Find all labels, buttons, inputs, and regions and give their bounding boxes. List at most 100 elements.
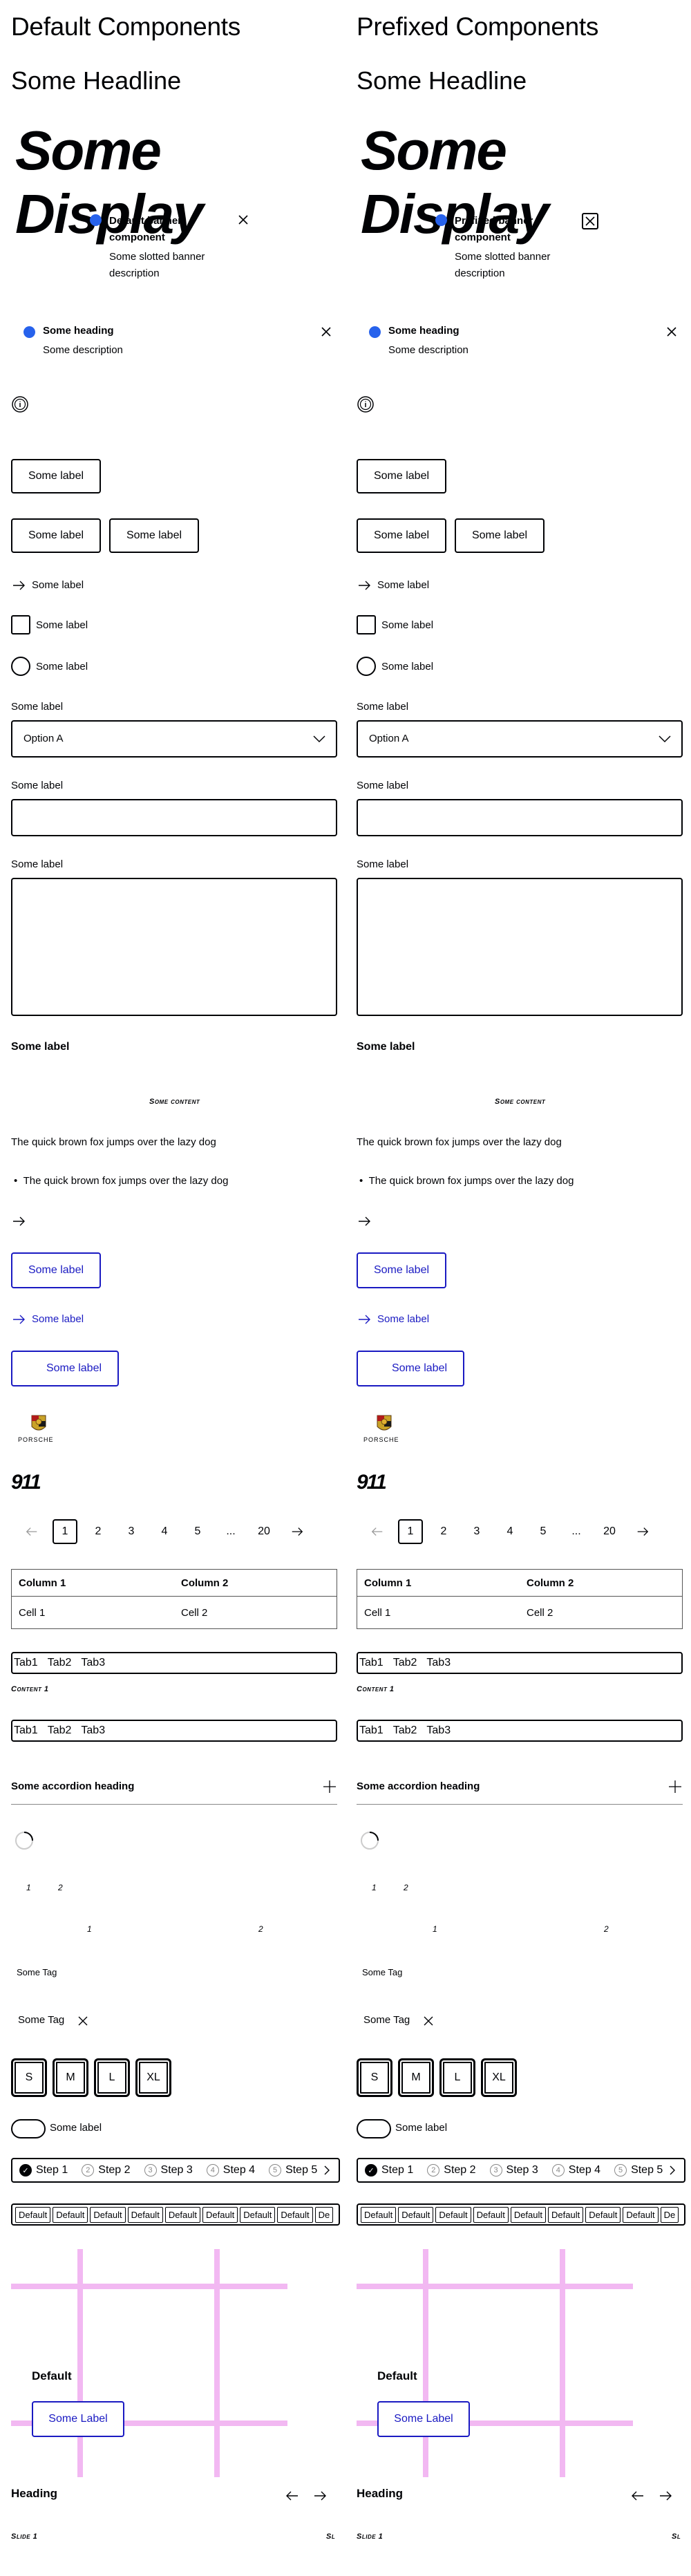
- step-5[interactable]: 5 Step 5: [614, 2164, 663, 2177]
- close-icon[interactable]: [236, 213, 250, 227]
- arrow-left-icon[interactable]: [630, 2488, 645, 2503]
- flyout-button[interactable]: Some Label: [377, 2401, 470, 2437]
- segment[interactable]: De: [660, 2206, 679, 2223]
- tab-2[interactable]: Tab2: [48, 1657, 72, 1669]
- button-group-item[interactable]: Some label: [455, 518, 545, 553]
- size-option-xl[interactable]: XL: [481, 2058, 517, 2097]
- text-field-input[interactable]: [11, 799, 337, 836]
- page-3[interactable]: 3: [119, 1519, 144, 1544]
- tab-1[interactable]: Tab1: [14, 1657, 38, 1669]
- textarea[interactable]: [357, 878, 683, 1016]
- tab-3[interactable]: Tab3: [81, 1724, 105, 1737]
- some-label-button[interactable]: Some label: [11, 459, 101, 493]
- step-2[interactable]: 2 Step 2: [427, 2164, 476, 2177]
- segment[interactable]: Default: [164, 2206, 201, 2223]
- tag-dismissible[interactable]: Some Tag: [363, 2014, 410, 2026]
- page-4[interactable]: 4: [152, 1519, 177, 1544]
- step-1[interactable]: ✓ Step 1: [365, 2164, 413, 2177]
- tab-1[interactable]: Tab1: [359, 1724, 384, 1737]
- segment[interactable]: Default: [277, 2206, 313, 2223]
- close-icon[interactable]: [319, 325, 333, 339]
- segment[interactable]: Default: [53, 2206, 88, 2223]
- close-icon[interactable]: [665, 325, 679, 339]
- link-pure-blue[interactable]: Some label: [377, 1313, 429, 1325]
- size-option-l[interactable]: L: [94, 2058, 130, 2097]
- tab-3[interactable]: Tab3: [81, 1657, 105, 1669]
- link-social[interactable]: Some label: [357, 1351, 464, 1386]
- link-button[interactable]: Some label: [11, 1252, 101, 1288]
- segment[interactable]: Default: [623, 2206, 659, 2223]
- size-option-xl[interactable]: XL: [135, 2058, 171, 2097]
- arrow-left-icon[interactable]: [19, 1519, 44, 1544]
- switch-toggle[interactable]: [11, 2119, 46, 2138]
- close-icon[interactable]: [76, 2014, 90, 2028]
- page-20[interactable]: 20: [252, 1519, 276, 1544]
- segment[interactable]: Default: [398, 2206, 434, 2223]
- button-group-item[interactable]: Some label: [357, 518, 446, 553]
- arrow-right-icon[interactable]: [312, 2488, 328, 2503]
- chevron-right-icon[interactable]: [322, 2165, 332, 2175]
- radio-button[interactable]: [11, 657, 30, 676]
- arrow-right-icon[interactable]: [357, 1214, 372, 1229]
- page-4[interactable]: 4: [498, 1519, 522, 1544]
- step-3[interactable]: 3 Step 3: [144, 2164, 193, 2177]
- step-2[interactable]: 2 Step 2: [82, 2164, 131, 2177]
- link-pure-blue[interactable]: Some label: [32, 1313, 84, 1325]
- text-field-input[interactable]: [357, 799, 683, 836]
- page-5[interactable]: 5: [531, 1519, 556, 1544]
- segment[interactable]: Default: [240, 2206, 276, 2223]
- select-dropdown[interactable]: Option A: [11, 720, 337, 758]
- arrow-left-icon[interactable]: [365, 1519, 390, 1544]
- tab-2[interactable]: Tab2: [48, 1724, 72, 1737]
- accordion[interactable]: Some accordion heading: [357, 1774, 683, 1805]
- page-20[interactable]: 20: [597, 1519, 622, 1544]
- page-1[interactable]: 1: [398, 1519, 423, 1544]
- step-5[interactable]: 5 Step 5: [269, 2164, 317, 2177]
- segment[interactable]: Default: [127, 2206, 163, 2223]
- step-4[interactable]: 4 Step 4: [551, 2164, 600, 2177]
- segment[interactable]: De: [314, 2206, 334, 2223]
- chevron-right-icon[interactable]: [668, 2165, 677, 2175]
- arrow-left-icon[interactable]: [285, 2488, 300, 2503]
- tab-3[interactable]: Tab3: [426, 1724, 451, 1737]
- link-social[interactable]: Some label: [11, 1351, 119, 1386]
- page-5[interactable]: 5: [185, 1519, 210, 1544]
- arrow-right-icon[interactable]: [630, 1519, 655, 1544]
- size-option-s[interactable]: S: [11, 2058, 47, 2097]
- segment[interactable]: Default: [435, 2206, 471, 2223]
- arrow-right-icon[interactable]: [658, 2488, 673, 2503]
- segment[interactable]: Default: [90, 2206, 126, 2223]
- page-1[interactable]: 1: [53, 1519, 77, 1544]
- checkbox[interactable]: [11, 615, 30, 634]
- size-option-m[interactable]: M: [53, 2058, 88, 2097]
- button-group-item[interactable]: Some label: [11, 518, 101, 553]
- segment[interactable]: Default: [548, 2206, 584, 2223]
- segment[interactable]: Default: [510, 2206, 547, 2223]
- segment[interactable]: Default: [473, 2206, 509, 2223]
- textarea[interactable]: [11, 878, 337, 1016]
- tab-3[interactable]: Tab3: [426, 1657, 451, 1669]
- size-option-s[interactable]: S: [357, 2058, 392, 2097]
- button-group-item[interactable]: Some label: [109, 518, 199, 553]
- link-pure[interactable]: Some label: [377, 579, 429, 591]
- step-1[interactable]: ✓ Step 1: [19, 2164, 68, 2177]
- tag-dismissible[interactable]: Some Tag: [18, 2014, 64, 2026]
- segment[interactable]: Default: [361, 2206, 397, 2223]
- segment[interactable]: Default: [15, 2206, 51, 2223]
- step-4[interactable]: 4 Step 4: [206, 2164, 255, 2177]
- segment[interactable]: Default: [585, 2206, 621, 2223]
- accordion[interactable]: Some accordion heading: [11, 1774, 337, 1805]
- some-label-button[interactable]: Some label: [357, 459, 446, 493]
- close-icon[interactable]: [582, 213, 598, 229]
- select-dropdown[interactable]: Option A: [357, 720, 683, 758]
- tab-1[interactable]: Tab1: [359, 1657, 384, 1669]
- switch-toggle[interactable]: [357, 2119, 391, 2138]
- tab-2[interactable]: Tab2: [393, 1724, 417, 1737]
- step-3[interactable]: 3 Step 3: [489, 2164, 538, 2177]
- page-2[interactable]: 2: [431, 1519, 456, 1544]
- link-pure[interactable]: Some label: [32, 579, 84, 591]
- page-2[interactable]: 2: [86, 1519, 111, 1544]
- close-icon[interactable]: [422, 2014, 435, 2028]
- flyout-button[interactable]: Some Label: [32, 2401, 124, 2437]
- tab-1[interactable]: Tab1: [14, 1724, 38, 1737]
